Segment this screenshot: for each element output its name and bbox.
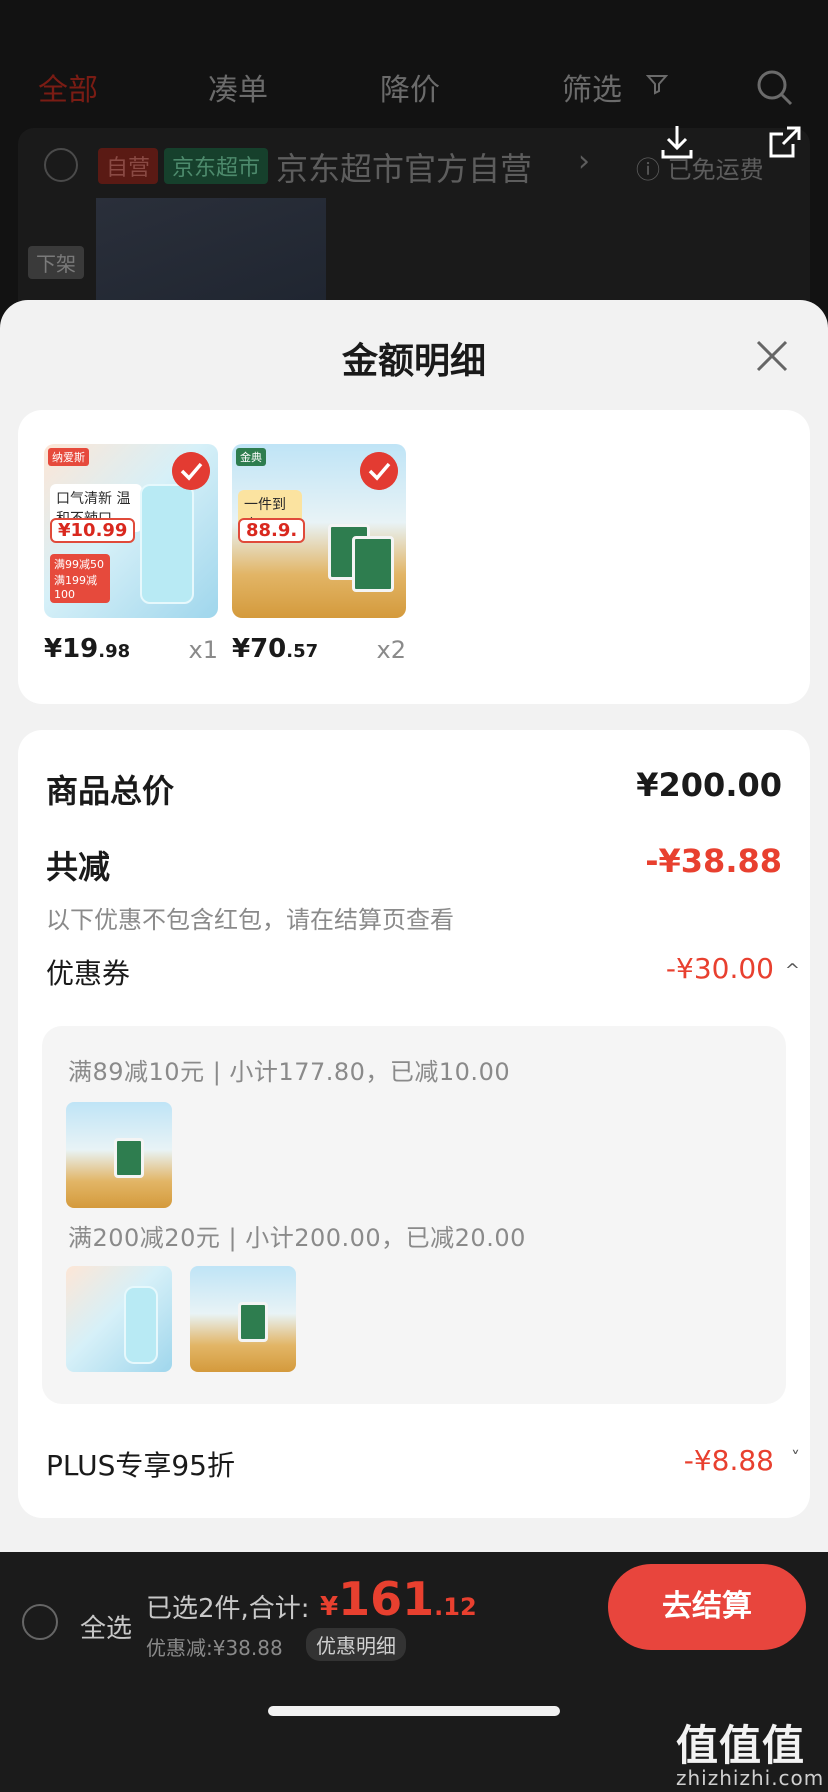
price-detail-card: 商品总价 ¥200.00 共减 -¥38.88 以下优惠不包含红包，请在结算页查… [18,730,810,1518]
discount-amount: 优惠减:¥38.88 [146,1636,283,1660]
milk-box-shape [238,1302,268,1342]
jd-supermarket-tag: 京东超市 [164,148,269,184]
coupon-product-thumb [66,1266,172,1372]
product-item[interactable]: 金典 一件到底 88.9. ¥70.57 x2 [232,444,406,664]
discount-detail-button[interactable]: 优惠明细 [306,1628,406,1661]
coupon-value: -¥30.00 [665,952,774,985]
plus-discount-value: -¥8.88 [683,1444,774,1477]
watermark-url: zhizhizhi.com [676,1766,825,1790]
plus-discount-label: PLUS专享95折 [46,1449,235,1482]
watermark-text: 值值值 [676,1721,806,1770]
bottle-shape [124,1286,158,1364]
chevron-up-icon[interactable]: ^ [785,960,800,981]
tab-price-drop[interactable]: 降价 [380,65,440,109]
product-image-mouthwash: 纳爱斯 口气清新 温和不辣口 ¥10.99 满99减50 满199减100 [44,444,218,618]
coupon-label: 优惠券 [46,957,131,990]
download-icon[interactable] [655,120,699,164]
image-price: 88.9. [238,518,306,543]
store-name[interactable]: 京东超市官方自营 [276,144,532,190]
chevron-down-icon[interactable]: ˅ [791,1448,800,1469]
redpacket-note: 以下优惠不包含红包，请在结算页查看 [46,906,454,934]
brand-tag: 纳爱斯 [48,448,89,466]
product-item[interactable]: 纳爱斯 口气清新 温和不辣口 ¥10.99 满99减50 满199减100 ¥1… [44,444,218,664]
bottle-shape [140,484,194,604]
self-operated-tag: 自营 [98,148,159,184]
coupon-line: 满200减20元 | 小计200.00，已减20.00 [68,1224,526,1252]
product-quantity: x2 [376,636,406,664]
selected-summary: 已选2件,合计: [146,1594,310,1624]
brand-tag: 金典 [236,448,266,466]
share-icon[interactable] [763,120,807,164]
product-image-milk: 金典 一件到底 88.9. [232,444,406,618]
amount-detail-sheet: 金额明细 纳爱斯 口气清新 温和不辣口 ¥10.99 满99减50 满199减1… [0,300,828,1552]
coupon-product-thumb [66,1102,172,1208]
tab-all[interactable]: 全部 [38,65,98,109]
total-reduce-label: 共减 [46,848,111,886]
image-price: ¥10.99 [50,518,136,543]
search-icon[interactable] [754,67,794,107]
milk-box-shape [352,536,394,592]
close-icon[interactable] [748,332,796,380]
watermark: 值值值 zhizhizhi.com [676,1712,828,1792]
filter-icon[interactable] [646,73,668,95]
check-icon[interactable] [360,452,398,490]
checkout-button[interactable]: 去结算 [608,1564,806,1650]
product-price: ¥19.98 [44,634,131,664]
total-price-label: 商品总价 [46,772,175,810]
store-select-radio[interactable] [44,148,78,182]
total-amount: ¥161.12 [320,1572,477,1626]
product-price: ¥70.57 [232,634,319,664]
total-price-value: ¥200.00 [636,766,782,804]
check-icon[interactable] [172,452,210,490]
home-indicator[interactable] [268,1706,560,1716]
select-all-radio[interactable] [22,1604,58,1640]
total-reduce-value: -¥38.88 [645,842,782,880]
milk-box-shape [114,1138,144,1178]
products-card: 纳爱斯 口气清新 温和不辣口 ¥10.99 满99减50 满199减100 ¥1… [18,410,810,704]
select-all-label[interactable]: 全选 [80,1608,132,1645]
coupon-product-thumb [190,1266,296,1372]
checkout-bar: 全选 已选2件,合计: ¥161.12 优惠减:¥38.88 优惠明细 去结算 … [0,1552,828,1792]
overlay-actions [655,120,805,164]
cart-tabs: 全部 凑单 降价 筛选 [0,55,828,115]
image-promo-tag: 满99减50 满199减100 [50,554,110,603]
offshelf-badge: 下架 [28,246,84,279]
tab-combine[interactable]: 凑单 [208,65,268,109]
store-arrow-icon: › [578,144,590,179]
sheet-title: 金额明细 [341,341,486,382]
coupon-detail-box: 满89减10元 | 小计177.80，已减10.00 满200减20元 | 小计… [42,1026,786,1404]
product-quantity: x1 [188,636,218,664]
coupon-line: 满89减10元 | 小计177.80，已减10.00 [68,1058,511,1086]
tab-filter[interactable]: 筛选 [562,65,622,109]
